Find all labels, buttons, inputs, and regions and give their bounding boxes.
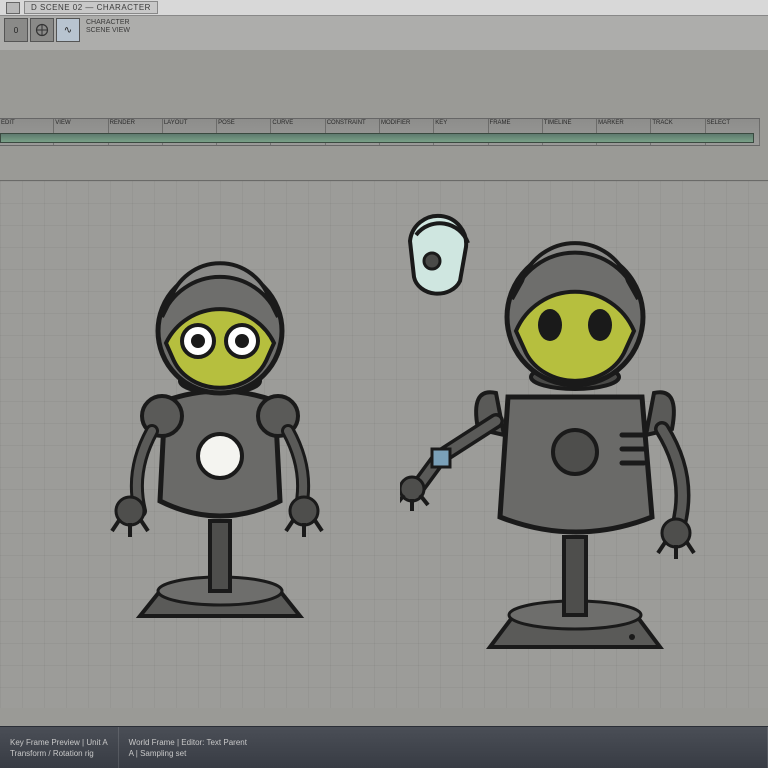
tool-button-b[interactable] — [30, 18, 54, 42]
tool-button-c[interactable]: ∿ — [56, 18, 80, 42]
toolbar-label-1: CHARACTER — [86, 19, 130, 27]
tool-button-a[interactable]: 0 — [4, 18, 28, 42]
menu-box[interactable] — [6, 2, 20, 14]
title-text: SCENE 02 — CHARACTER — [40, 3, 151, 12]
statusbar: Key Frame Preview | Unit A Transform / R… — [0, 726, 768, 768]
globe-icon — [35, 23, 49, 37]
status-left-line2: Transform / Rotation rig — [10, 749, 108, 758]
tool-cluster: 0 ∿ — [4, 18, 80, 42]
timeline-ruler[interactable]: EDITVIEWRENDERLAYOUTPOSECURVECONSTRAINTM… — [0, 118, 760, 146]
viewport[interactable] — [0, 180, 768, 708]
status-left: Key Frame Preview | Unit A Transform / R… — [0, 727, 119, 768]
window-title: D SCENE 02 — CHARACTER — [24, 1, 158, 14]
robot-character-left — [70, 221, 370, 651]
toolbar-label-2: SCENE VIEW — [86, 27, 130, 35]
timeline-band[interactable] — [0, 133, 754, 143]
status-mid: World Frame | Editor: Text Parent A | Sa… — [119, 727, 768, 768]
menubar: D SCENE 02 — CHARACTER — [0, 0, 768, 16]
wave-icon: ∿ — [64, 25, 72, 36]
tool-button-a-label: 0 — [14, 26, 18, 35]
status-mid-line2: A | Sampling set — [129, 749, 757, 758]
toolbar-labels: CHARACTER SCENE VIEW — [86, 18, 130, 34]
toolbar: 0 ∿ CHARACTER SCENE VIEW — [0, 16, 768, 50]
status-left-line1: Key Frame Preview | Unit A — [10, 738, 108, 747]
status-mid-line1: World Frame | Editor: Text Parent — [129, 738, 757, 747]
robot-character-right — [400, 197, 740, 677]
field-label: D — [31, 3, 37, 12]
